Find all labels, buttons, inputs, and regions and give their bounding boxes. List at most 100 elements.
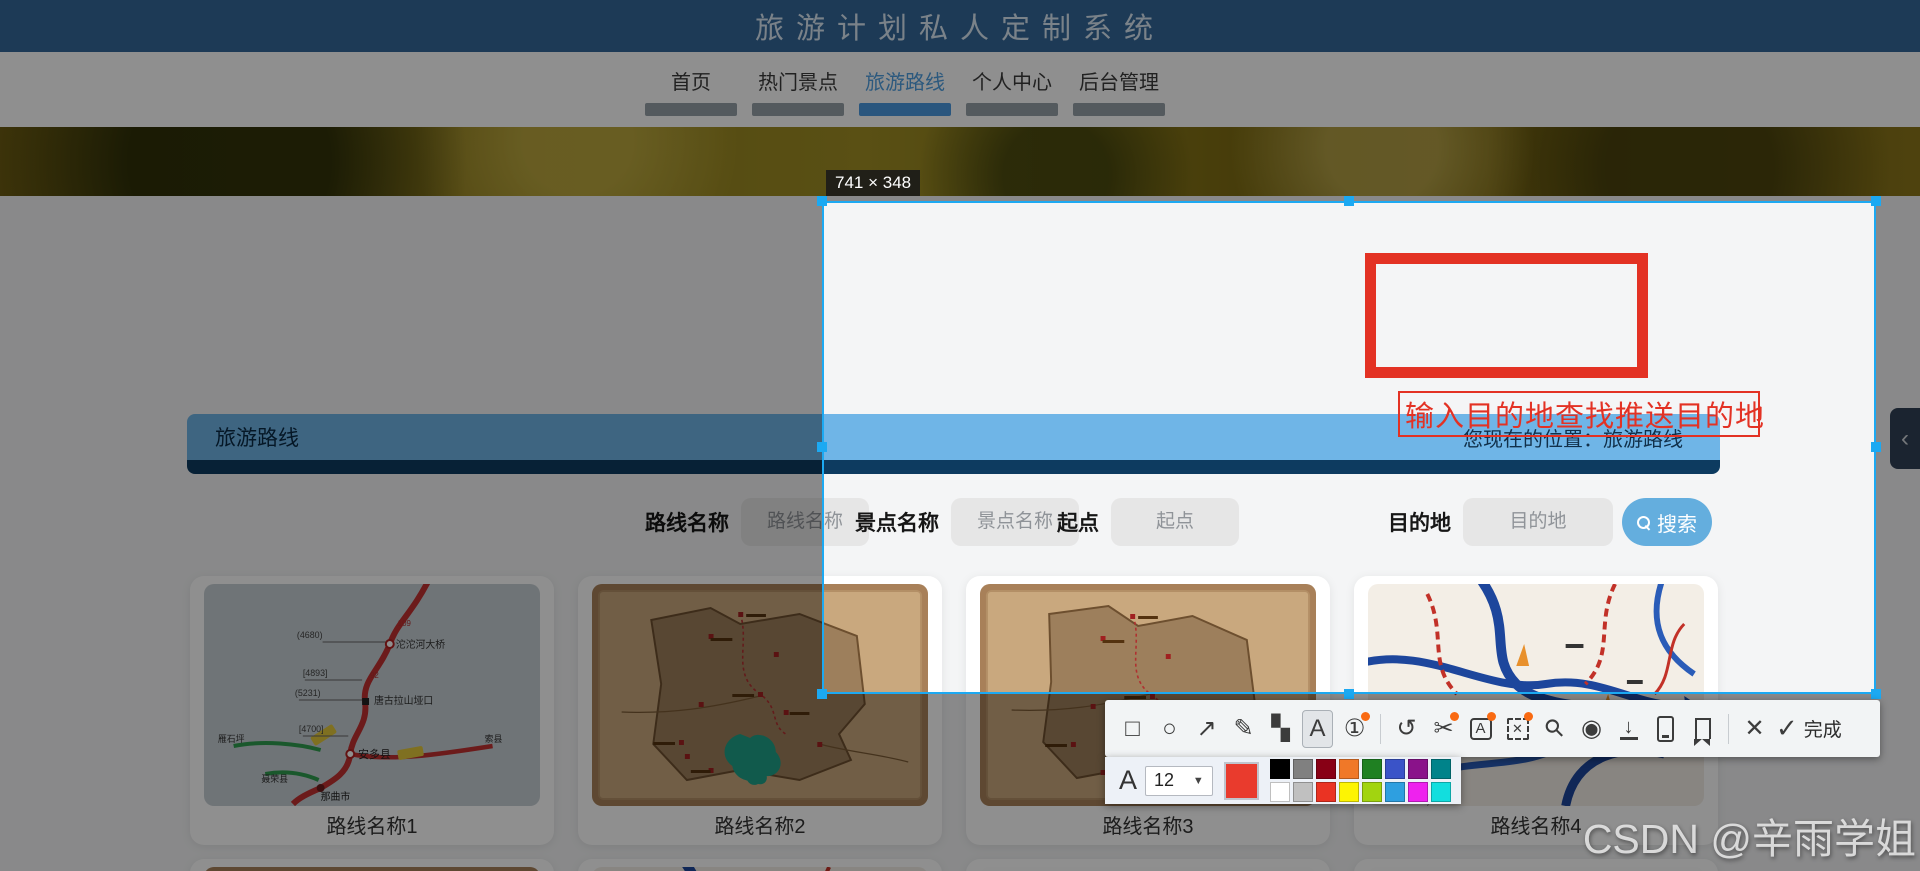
nav-tabs: 首页 热门景点 旅游路线 个人中心后台管理 — [645, 72, 1165, 116]
font-size-select[interactable]: 12 ▼ — [1145, 766, 1213, 796]
undo-button[interactable]: ↺ — [1391, 710, 1422, 748]
palette-color[interactable] — [1431, 759, 1451, 779]
selection-handle[interactable] — [817, 442, 827, 452]
screen: 旅游计划私人定制系统 首页热门景点旅游路线个人中心后台管理 旅游路线 您现在的位… — [0, 0, 1920, 871]
palette-color[interactable] — [1431, 782, 1451, 802]
toolbar-separator — [1380, 714, 1381, 744]
notification-dot — [1361, 712, 1370, 721]
bookmark-button[interactable] — [1687, 710, 1718, 748]
svg-text:安多县: 安多县 — [358, 747, 391, 761]
palette-color[interactable] — [1339, 759, 1359, 779]
font-size-value: 12 — [1154, 770, 1174, 791]
palette-color[interactable] — [1385, 782, 1405, 802]
nav-tab-underline — [966, 103, 1058, 116]
step-number-tool[interactable]: ① — [1339, 710, 1370, 748]
red-text-annotation[interactable]: 输入目的地查找推送目的地 — [1398, 391, 1760, 437]
palette-color[interactable] — [1362, 782, 1382, 802]
palette-color[interactable] — [1408, 759, 1428, 779]
cut-button[interactable]: ✂ — [1428, 710, 1459, 748]
pencil-tool[interactable]: ✎ — [1228, 710, 1259, 748]
svg-text:聂荣县: 聂荣县 — [261, 773, 288, 784]
nav-tab-label: 旅游路线 — [865, 72, 945, 94]
nav-tab-label: 热门景点 — [758, 72, 838, 94]
route-card[interactable] — [190, 859, 554, 871]
palette-color[interactable] — [1316, 759, 1336, 779]
arrow-tool[interactable]: ↗ — [1191, 710, 1222, 748]
text-style-panel: A 12 ▼ — [1105, 757, 1461, 804]
selection-handle[interactable] — [1344, 196, 1354, 206]
selection-handle[interactable] — [817, 196, 827, 206]
svg-text:(5231): (5231) — [295, 688, 321, 698]
palette-color[interactable] — [1293, 782, 1313, 802]
svg-text:雁石坪: 雁石坪 — [218, 734, 245, 744]
cancel-button[interactable]: ✕ — [1739, 710, 1770, 748]
svg-text:[4893]: [4893] — [303, 668, 328, 678]
save-button[interactable]: ↓ — [1613, 710, 1644, 748]
app-title: 旅游计划私人定制系统 — [755, 5, 1165, 47]
palette-color[interactable] — [1316, 782, 1336, 802]
main-nav: 首页 热门景点 旅游路线 个人中心后台管理 — [0, 52, 1920, 127]
pin-button[interactable]: ⚲ — [1539, 710, 1570, 748]
selection-size-label: 741 × 348 — [826, 170, 920, 196]
ellipse-tool[interactable]: ○ — [1154, 710, 1185, 748]
text-tool[interactable]: A — [1302, 710, 1333, 748]
nav-tab-label: 首页 — [671, 72, 711, 94]
selection-handle[interactable] — [1344, 689, 1354, 699]
selection-handle[interactable] — [817, 689, 827, 699]
palette-color[interactable] — [1362, 759, 1382, 779]
notification-dot — [1487, 712, 1496, 721]
red-rectangle-annotation — [1365, 253, 1648, 378]
send-to-phone-button[interactable] — [1650, 710, 1681, 748]
svg-text:(4680): (4680) — [297, 630, 323, 640]
chevron-left-icon: ‹ — [1901, 425, 1909, 453]
svg-text:沱沱河大桥: 沱沱河大桥 — [396, 638, 445, 651]
svg-text:109: 109 — [398, 619, 412, 628]
svg-text:索县: 索县 — [485, 733, 503, 744]
current-color-swatch[interactable] — [1224, 762, 1259, 800]
nav-tab-个人中心[interactable]: 个人中心 — [966, 72, 1058, 116]
record-button[interactable]: ◉ — [1576, 710, 1607, 748]
palette-color[interactable] — [1339, 782, 1359, 802]
palette-color[interactable] — [1270, 759, 1290, 779]
selection-handle[interactable] — [1871, 689, 1881, 699]
resize-button[interactable]: ✕ — [1502, 710, 1533, 748]
palette-color[interactable] — [1408, 782, 1428, 802]
route-card[interactable] — [578, 859, 942, 871]
route-card-title: 路线名称1 — [204, 806, 540, 842]
collapse-side-tab[interactable]: ‹ — [1890, 408, 1920, 469]
nav-tab-underline — [859, 103, 951, 116]
selection-handle[interactable] — [1871, 442, 1881, 452]
palette-color[interactable] — [1293, 759, 1313, 779]
rectangle-tool[interactable]: □ — [1117, 710, 1148, 748]
ocr-button[interactable]: A — [1465, 710, 1496, 748]
route-card[interactable]: (4680) 沱沱河大桥 [4893] (5231) 唐古拉山垭口 [4700]… — [190, 576, 554, 845]
route-card[interactable] — [966, 859, 1330, 871]
mosaic-tool[interactable]: ▚ — [1265, 710, 1296, 748]
nav-tab-label: 个人中心 — [972, 72, 1052, 94]
font-icon: A — [1119, 765, 1137, 796]
selection-handle[interactable] — [1871, 196, 1881, 206]
route-card-title: 路线名称2 — [592, 806, 928, 842]
palette-color[interactable] — [1385, 759, 1405, 779]
confirm-button[interactable]: ✓完成 — [1776, 713, 1842, 744]
annotation-text: 输入目的地查找推送目的地 — [1405, 393, 1765, 435]
notification-dot — [1524, 712, 1533, 721]
svg-text:唐古拉山垭口: 唐古拉山垭口 — [374, 694, 433, 707]
screenshot-selection-region[interactable] — [822, 201, 1876, 694]
page-title: 旅游路线 — [215, 422, 299, 452]
route-map-image: (4680) 沱沱河大桥 [4893] (5231) 唐古拉山垭口 [4700]… — [204, 584, 540, 806]
nav-tab-后台管理[interactable]: 后台管理 — [1073, 72, 1165, 116]
color-palette — [1270, 759, 1451, 802]
nav-tab-首页[interactable]: 首页 — [645, 72, 737, 116]
svg-text:92: 92 — [370, 671, 379, 680]
toolbar-separator — [1728, 714, 1729, 744]
nav-tab-热门景点[interactable]: 热门景点 — [752, 72, 844, 116]
route-map-image — [204, 867, 540, 871]
route-card-title: 路线名称3 — [980, 806, 1316, 842]
palette-color[interactable] — [1270, 782, 1290, 802]
nav-tab-underline — [752, 103, 844, 116]
svg-text:那曲市: 那曲市 — [321, 790, 351, 803]
check-icon: ✓ — [1776, 713, 1798, 744]
route-map-image — [592, 867, 928, 871]
nav-tab-旅游路线[interactable]: 旅游路线 — [859, 72, 951, 116]
